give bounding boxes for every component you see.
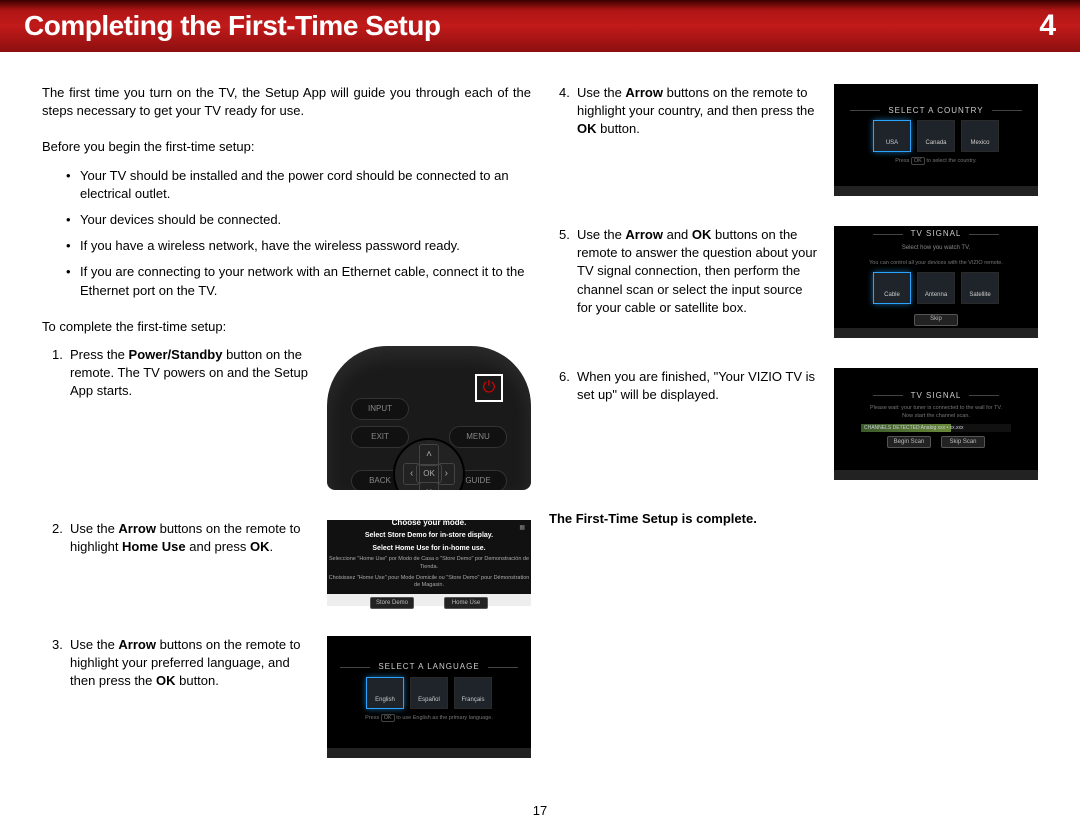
- list-item: Your TV should be installed and the powe…: [66, 167, 531, 203]
- signal-tile-satellite: Satellite: [961, 272, 999, 304]
- lang-tile-francais: Français: [454, 677, 492, 709]
- chevron-down-icon: ˅: [419, 482, 439, 490]
- page-title: Completing the First-Time Setup: [24, 6, 440, 45]
- intro-text: The first time you turn on the TV, the S…: [42, 84, 531, 120]
- home-use-button: Home Use: [444, 597, 488, 609]
- country-screen-image: SELECT A COUNTRY USA Canada Mexico Press…: [834, 84, 1038, 196]
- scan-line2: Now start the channel scan.: [902, 413, 970, 421]
- mode-line4b: Choisissez "Home Use" pour Mode Domicile…: [327, 575, 531, 590]
- step-number: 1.: [42, 346, 56, 490]
- skip-button: Skip: [914, 314, 958, 326]
- hint: Press OK to use English as the primary l…: [365, 715, 493, 723]
- mode-line1: Choose your mode.: [392, 517, 467, 528]
- tv-title: SELECT A LANGUAGE: [378, 661, 479, 672]
- mode-line3: Select Home Use for in-home use.: [372, 544, 485, 554]
- step-text: Use the Arrow buttons on the remote to h…: [70, 636, 313, 758]
- power-button-highlight: ⏻: [475, 374, 503, 402]
- skip-scan-button: Skip Scan: [941, 436, 985, 448]
- chevron-up-icon: ˄: [419, 444, 439, 466]
- scan-line1: Please wait: your tuner is connected to …: [870, 405, 1002, 413]
- steps-left: 1. Press the Power/Standby button on the…: [42, 346, 531, 758]
- prereq-list: Your TV should be installed and the powe…: [42, 167, 531, 300]
- country-tile-usa: USA: [873, 120, 911, 152]
- signal-screen-image: TV SIGNAL Select how you watch TV. You c…: [834, 226, 1038, 338]
- right-column: 4. Use the Arrow buttons on the remote t…: [549, 84, 1038, 788]
- steps-right: 4. Use the Arrow buttons on the remote t…: [549, 84, 1038, 480]
- tv-title: TV SIGNAL: [911, 390, 962, 401]
- before-heading: Before you begin the first-time setup:: [42, 138, 531, 156]
- power-icon: ⏻: [483, 377, 496, 399]
- chapter-number: 4: [1039, 5, 1056, 47]
- mode-dialog-image: ▦ Choose your mode. Select Store Demo fo…: [327, 520, 531, 606]
- menu-button: MENU: [449, 426, 507, 448]
- mode-line4a: Seleccione "Home Use" por Modo de Casa o…: [327, 556, 531, 571]
- step-1: 1. Press the Power/Standby button on the…: [42, 346, 531, 490]
- step-text: When you are finished, "Your VIZIO TV is…: [577, 368, 820, 480]
- step-number: 5.: [549, 226, 563, 338]
- step-5: 5. Use the Arrow and OK buttons on the r…: [549, 226, 1038, 338]
- step-text: Press the Power/Standby button on the re…: [70, 346, 313, 490]
- progress-bar: CHANNELS DETECTED Analog xxx • xx.xxx: [861, 424, 1011, 432]
- step-number: 3.: [42, 636, 56, 758]
- step-3: 3. Use the Arrow buttons on the remote t…: [42, 636, 531, 758]
- step-6: 6. When you are finished, "Your VIZIO TV…: [549, 368, 1038, 480]
- step-number: 2.: [42, 520, 56, 606]
- page-number: 17: [0, 802, 1080, 820]
- begin-scan-button: Begin Scan: [887, 436, 931, 448]
- scan-screen-image: TV SIGNAL Please wait: your tuner is con…: [834, 368, 1038, 480]
- signal-tile-antenna: Antenna: [917, 272, 955, 304]
- step-number: 6.: [549, 368, 563, 480]
- input-button: INPUT: [351, 398, 409, 420]
- country-tile-mexico: Mexico: [961, 120, 999, 152]
- mode-line2: Select Store Demo for in-store display.: [365, 531, 493, 541]
- remote-image: ⏻ INPUT EXIT MENU BACK GUIDE ‹ OK › ˄: [327, 346, 531, 490]
- signal-tile-cable: Cable: [873, 272, 911, 304]
- complete-heading: To complete the first-time setup:: [42, 318, 531, 336]
- content-area: The first time you turn on the TV, the S…: [0, 52, 1080, 798]
- completion-text: The First-Time Setup is complete.: [549, 510, 1038, 528]
- chevron-left-icon: ‹: [403, 463, 420, 485]
- tv-sub: Select how you watch TV.: [902, 244, 970, 252]
- language-screen-image: SELECT A LANGUAGE English Español França…: [327, 636, 531, 758]
- list-item: If you have a wireless network, have the…: [66, 237, 531, 255]
- list-item: Your devices should be connected.: [66, 211, 531, 229]
- lang-tile-espanol: Español: [410, 677, 448, 709]
- step-text: Use the Arrow buttons on the remote to h…: [70, 520, 313, 606]
- step-number: 4.: [549, 84, 563, 196]
- energy-badge: ▦: [519, 524, 525, 532]
- chapter-banner: Completing the First-Time Setup 4: [0, 0, 1080, 52]
- store-demo-button: Store Demo: [370, 597, 414, 609]
- tv-sub2: You can control all your devices with th…: [869, 260, 1003, 268]
- exit-button: EXIT: [351, 426, 409, 448]
- tv-title: TV SIGNAL: [911, 228, 962, 239]
- list-item: If you are connecting to your network wi…: [66, 263, 531, 299]
- step-2: 2. Use the Arrow buttons on the remote t…: [42, 520, 531, 606]
- lang-tile-english: English: [366, 677, 404, 709]
- step-text: Use the Arrow and OK buttons on the remo…: [577, 226, 820, 338]
- left-column: The first time you turn on the TV, the S…: [42, 84, 531, 788]
- step-text: Use the Arrow buttons on the remote to h…: [577, 84, 820, 196]
- country-tile-canada: Canada: [917, 120, 955, 152]
- step-4: 4. Use the Arrow buttons on the remote t…: [549, 84, 1038, 196]
- tv-title: SELECT A COUNTRY: [888, 105, 983, 116]
- hint: Press OK to select the country.: [895, 158, 976, 166]
- chevron-right-icon: ›: [438, 463, 455, 485]
